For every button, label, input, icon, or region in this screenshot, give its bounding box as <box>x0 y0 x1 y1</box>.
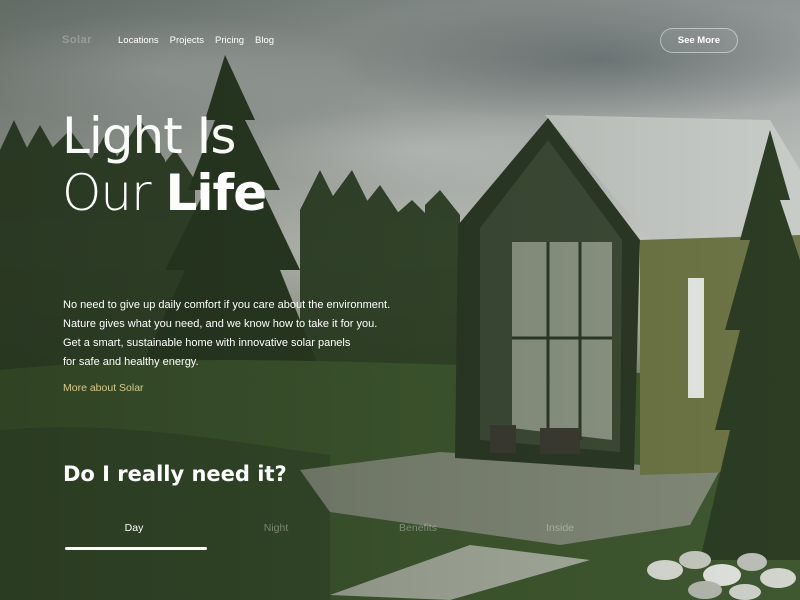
nav-link-blog[interactable]: Blog <box>255 35 274 46</box>
see-more-button[interactable]: See More <box>659 27 738 53</box>
hero-title-line1: Light Is <box>62 107 236 165</box>
nav-link-locations[interactable]: Locations <box>118 35 159 46</box>
tab-day[interactable]: Day <box>63 522 205 546</box>
hero-description-line: for safe and healthy energy. <box>63 356 199 368</box>
tab-benefits[interactable]: Benefits <box>347 522 489 546</box>
tab-inside[interactable]: Inside <box>489 522 631 546</box>
hero-description-line: No need to give up daily comfort if you … <box>63 299 391 311</box>
nav-link-projects[interactable]: Projects <box>170 35 204 46</box>
nav-link-pricing[interactable]: Pricing <box>215 35 244 46</box>
hero-title-light-word: Our <box>62 164 152 222</box>
tab-night[interactable]: Night <box>205 522 347 546</box>
nav-links: Locations Projects Pricing Blog <box>118 35 274 46</box>
hero-title-line2: Our Life <box>62 165 402 222</box>
active-tab-indicator <box>65 547 207 550</box>
info-tabs: Day Night Benefits Inside <box>63 522 623 552</box>
hero-description-line: Get a smart, sustainable home with innov… <box>63 337 351 349</box>
more-about-solar-link[interactable]: More about Solar <box>63 382 144 394</box>
hero-title-bold-word: Life <box>165 164 268 222</box>
hero-description: No need to give up daily comfort if you … <box>63 296 443 372</box>
hero-title: Light Is Our Life <box>62 108 402 222</box>
logo[interactable]: Solar <box>62 34 118 46</box>
hero-description-line: Nature gives what you need, and we know … <box>63 318 378 330</box>
section-question: Do I really need it? <box>63 462 287 486</box>
top-nav: Solar Locations Projects Pricing Blog Se… <box>62 27 738 53</box>
